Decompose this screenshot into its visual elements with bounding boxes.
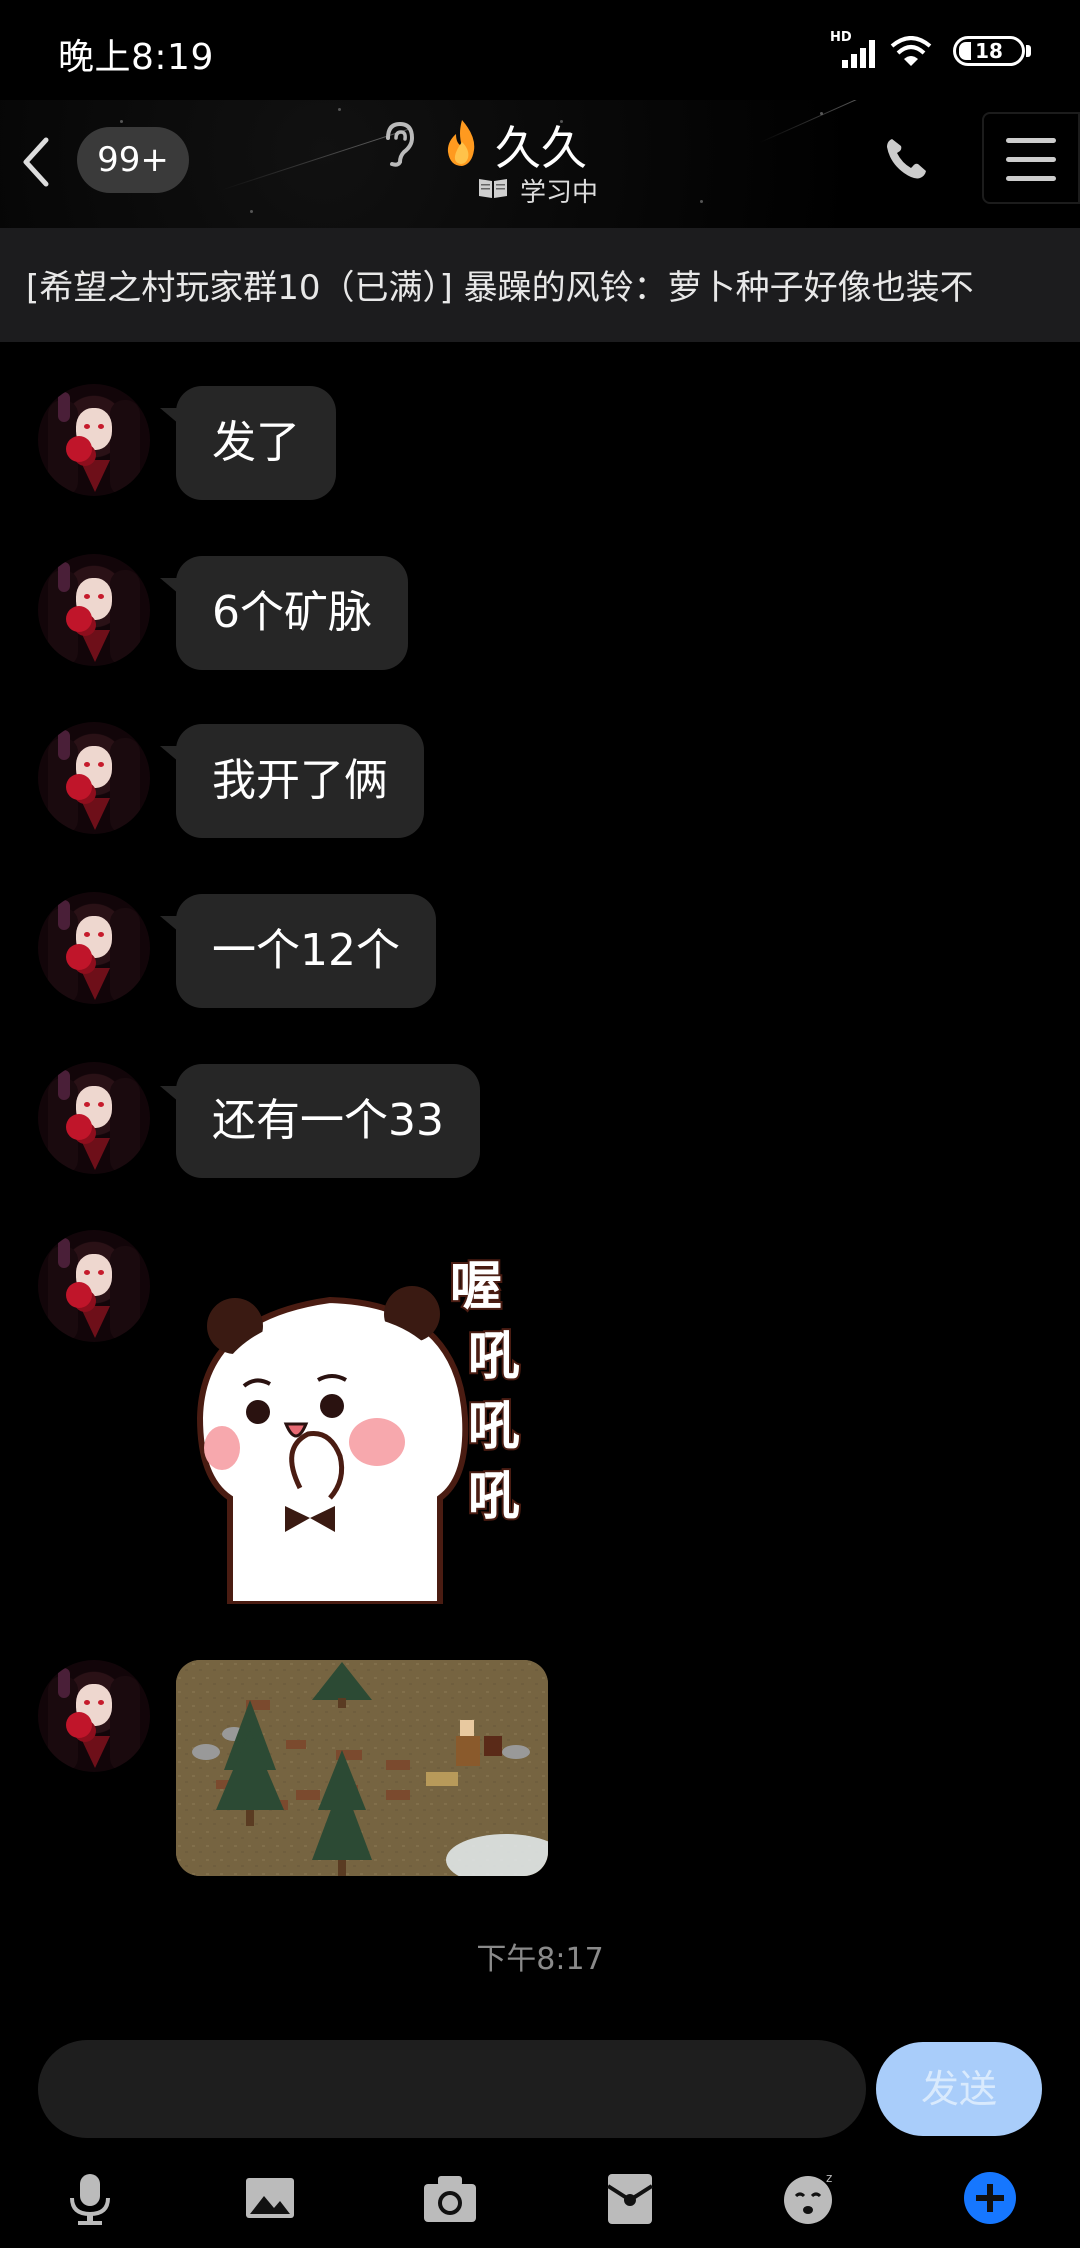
contact-name: 久久: [495, 121, 587, 175]
send-button[interactable]: 发送: [876, 2042, 1042, 2136]
back-button[interactable]: [14, 130, 58, 194]
message-bubble[interactable]: 一个12个: [176, 894, 436, 1008]
unread-count-badge[interactable]: 99+: [77, 127, 189, 193]
game-scene-icon: [176, 1660, 548, 1876]
avatar[interactable]: [38, 1062, 150, 1174]
title-bar: 99+ 久久 学习中: [0, 100, 1080, 228]
message-input[interactable]: [38, 2040, 866, 2138]
avatar[interactable]: [38, 892, 150, 1004]
microphone-icon[interactable]: [60, 2168, 120, 2228]
menu-button[interactable]: [982, 112, 1080, 204]
emoji-icon[interactable]: z: [780, 2168, 840, 2228]
status-icons: HD 18: [830, 30, 1080, 74]
sticker-text: 吼: [468, 1327, 520, 1387]
phone-icon[interactable]: [882, 133, 932, 183]
ear-icon[interactable]: [378, 120, 418, 168]
avatar[interactable]: [38, 554, 150, 666]
message-bubble[interactable]: 6个矿脉: [176, 556, 408, 670]
red-envelope-icon[interactable]: [600, 2168, 660, 2228]
sticker-text: 喔: [450, 1257, 502, 1317]
sticker-text: 吼: [468, 1397, 520, 1457]
input-toolbar: z: [0, 2158, 1080, 2248]
signal-icon: [842, 40, 875, 68]
status-time: 晚上8:19: [58, 37, 214, 78]
group-notice-banner[interactable]: [希望之村玩家群10（已满）] 暴躁的风铃：萝卜种子好像也装不: [0, 228, 1080, 342]
avatar[interactable]: [38, 1230, 150, 1342]
game-screenshot-image[interactable]: [176, 1660, 548, 1876]
camera-icon[interactable]: [420, 2168, 480, 2228]
wifi-icon: [890, 36, 932, 66]
panda-sticker[interactable]: 喔 吼 吼 吼: [190, 1248, 550, 1604]
plus-icon[interactable]: [960, 2168, 1020, 2228]
message-bubble[interactable]: 还有一个33: [176, 1064, 480, 1178]
sticker-text: 吼: [468, 1467, 520, 1527]
message-bubble[interactable]: 发了: [176, 386, 336, 500]
avatar[interactable]: [38, 1660, 150, 1772]
book-icon: [479, 179, 507, 198]
notice-text: [希望之村玩家群10（已满）] 暴躁的风铃：萝卜种子好像也装不: [26, 268, 974, 308]
contact-status: 学习中: [520, 178, 599, 208]
avatar[interactable]: [38, 722, 150, 834]
battery-icon: 18: [953, 36, 1025, 66]
avatar[interactable]: [38, 384, 150, 496]
message-bubble[interactable]: 我开了俩: [176, 724, 424, 838]
svg-text:z: z: [826, 2171, 832, 2185]
status-bar: 晚上8:19 HD 18: [0, 0, 1080, 100]
image-icon[interactable]: [240, 2168, 300, 2228]
battery-level: 18: [975, 39, 1003, 63]
message-timestamp: 下午8:17: [476, 1942, 604, 1977]
flame-icon: [447, 120, 475, 166]
